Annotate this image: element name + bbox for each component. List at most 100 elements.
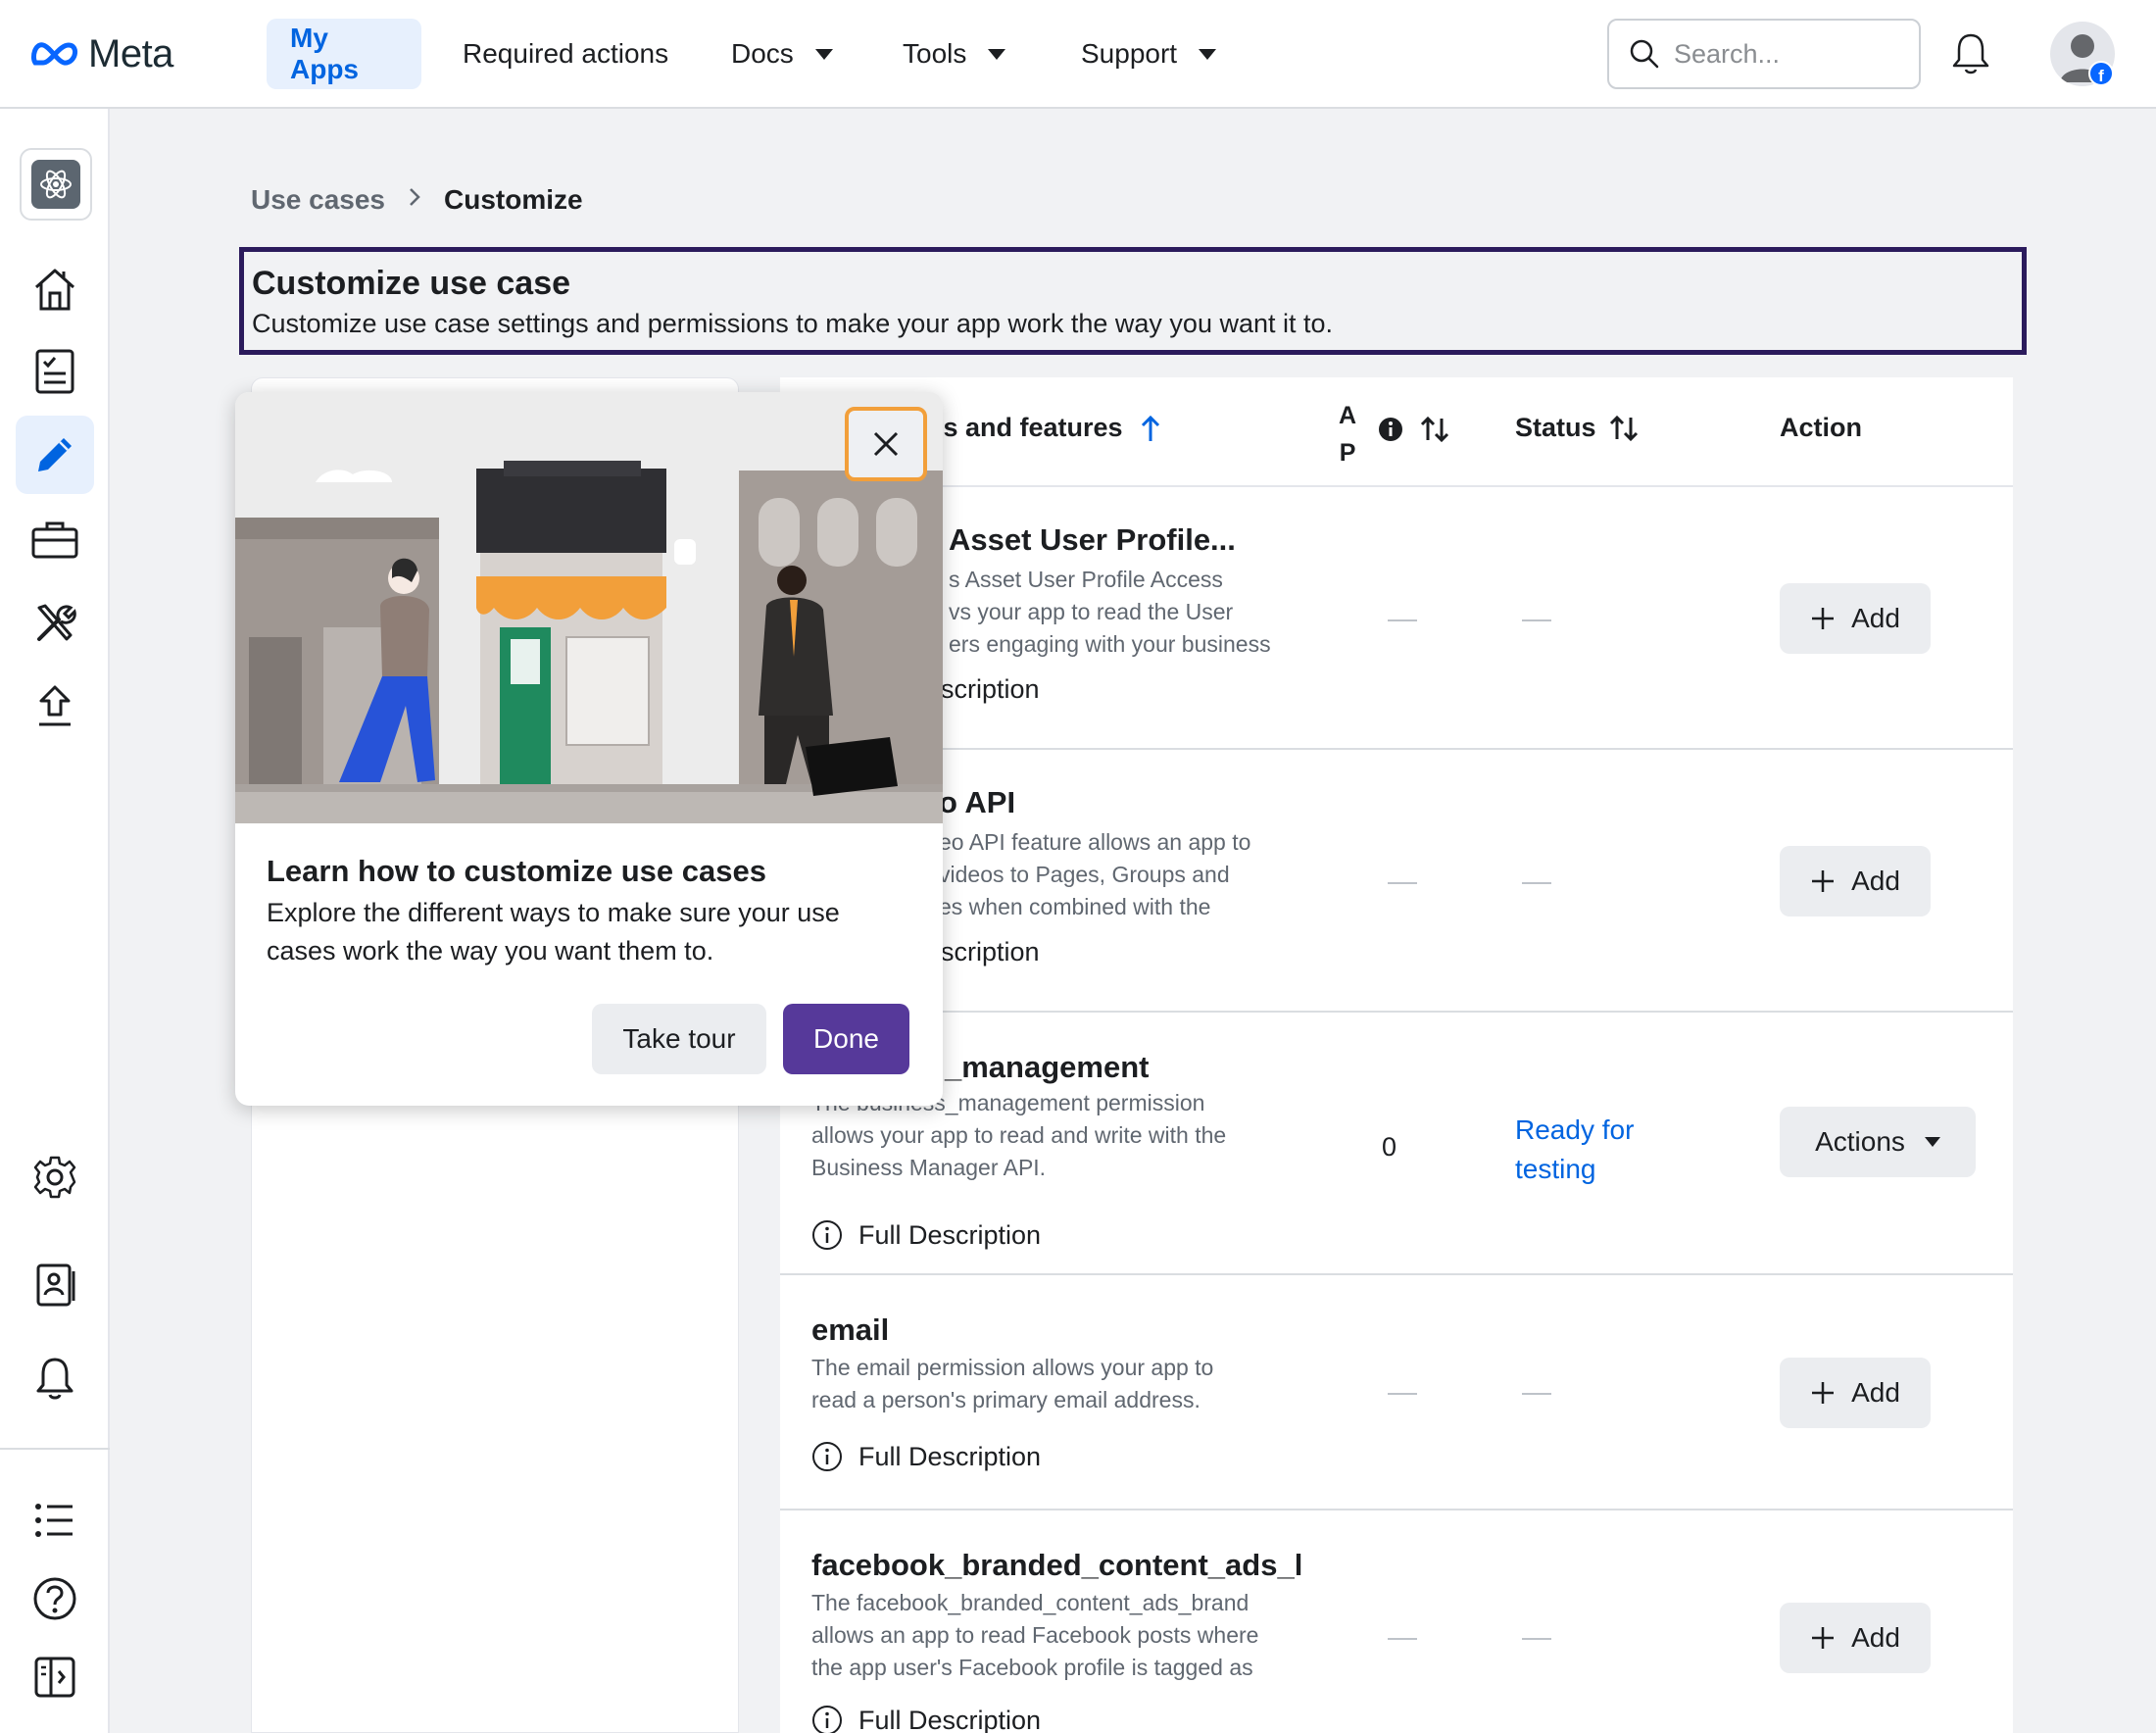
- app-switcher-button[interactable]: [20, 148, 92, 221]
- add-label: Add: [1851, 1377, 1900, 1408]
- sidebar-item-use-cases[interactable]: [16, 416, 94, 494]
- column-label: ns and features: [927, 413, 1123, 442]
- permission-description: The facebook_branded_content_ads_brand a…: [811, 1590, 1259, 1680]
- add-button[interactable]: Add: [1780, 1358, 1931, 1428]
- arrow-up-icon: [1141, 415, 1159, 441]
- briefcase-icon: [31, 521, 78, 559]
- home-icon: [34, 269, 75, 311]
- search-icon: [1630, 39, 1659, 69]
- search-box[interactable]: [1607, 19, 1921, 89]
- full-description-link[interactable]: Full Description: [811, 1439, 1041, 1474]
- status-line: Ready for: [1515, 1114, 1635, 1145]
- nav-docs[interactable]: Docs: [708, 19, 857, 89]
- notifications-button[interactable]: [1950, 31, 1991, 81]
- gear-icon: [33, 1156, 76, 1199]
- column-header-status[interactable]: Status: [1515, 413, 1640, 443]
- full-description-label: scription: [941, 673, 1040, 704]
- sidebar-collapse-button[interactable]: [16, 1638, 94, 1716]
- meta-logo[interactable]: Meta: [29, 29, 173, 78]
- full-description-label: Full Description: [858, 1219, 1042, 1250]
- upload-icon: [39, 685, 71, 726]
- permission-name: facebook_branded_content_ads_l: [811, 1548, 1303, 1582]
- plus-icon: [1812, 1627, 1835, 1649]
- nav-label: My Apps: [290, 23, 359, 84]
- permission-name: Asset User Profile...: [949, 522, 1236, 557]
- chevron-down-icon: [1199, 48, 1217, 60]
- facebook-badge-icon: f: [2088, 61, 2114, 86]
- sidebar-item-notifications[interactable]: [16, 1340, 94, 1418]
- bell-icon: [1952, 33, 1989, 74]
- plus-icon: [1812, 608, 1835, 629]
- nav-required-actions[interactable]: Required actions: [439, 19, 692, 89]
- breadcrumb-current: Customize: [444, 184, 583, 215]
- actions-dropdown-button[interactable]: Actions: [1780, 1107, 1976, 1177]
- table-row: Asset User Profile... s Asset User Profi…: [780, 487, 2013, 750]
- full-description-link[interactable]: Full Description: [811, 1217, 1041, 1253]
- table-row: o API eo API feature allows an app to vi…: [780, 750, 2013, 1013]
- column-header-api[interactable]: A P: [1339, 397, 1356, 471]
- onboarding-popover: Learn how to customize use cases Explore…: [235, 392, 943, 1106]
- sidebar-item-publish[interactable]: [16, 668, 94, 746]
- status-empty-dash: [1522, 619, 1551, 621]
- permission-description: s Asset User Profile Access vs your app …: [949, 567, 1271, 657]
- column-label: Status: [1515, 413, 1596, 442]
- permission-name: o API: [939, 785, 1016, 819]
- info-icon[interactable]: [1378, 417, 1403, 442]
- column-label: A: [1339, 402, 1357, 429]
- sidebar-divider: [0, 1448, 110, 1450]
- take-tour-button[interactable]: Take tour: [592, 1004, 766, 1074]
- sidebar-item-checklist[interactable]: [16, 332, 94, 411]
- status-line: testing: [1515, 1154, 1596, 1184]
- popover-title: Learn how to customize use cases: [267, 854, 766, 888]
- table-row: facebook_branded_content_ads_l The faceb…: [780, 1510, 2013, 1733]
- list-icon: [35, 1504, 73, 1537]
- api-empty-dash: [1388, 619, 1417, 621]
- full-description-link[interactable]: scription: [941, 934, 1040, 969]
- add-button[interactable]: Add: [1780, 583, 1931, 654]
- nav-label: Tools: [903, 38, 967, 69]
- logo-text: Meta: [88, 31, 173, 75]
- permission-name: email: [811, 1312, 890, 1347]
- full-description-link[interactable]: scription: [941, 671, 1040, 707]
- sidebar-item-tools[interactable]: [16, 584, 94, 663]
- sidebar-item-activity-log[interactable]: [16, 1481, 94, 1560]
- pencil-icon: [38, 438, 72, 471]
- add-button[interactable]: Add: [1780, 1603, 1931, 1673]
- page-title: Customize use case: [252, 265, 571, 302]
- full-description-link[interactable]: Full Description: [811, 1703, 1041, 1733]
- nav-label: Docs: [731, 38, 794, 69]
- column-label: Action: [1780, 413, 1862, 442]
- sidebar-item-business[interactable]: [16, 501, 94, 579]
- nav-support[interactable]: Support: [1057, 19, 1240, 89]
- sidebar-item-dashboard[interactable]: [16, 250, 94, 328]
- actions-label: Actions: [1815, 1126, 1905, 1157]
- app-icon: [31, 160, 80, 209]
- breadcrumb: Use cases Customize: [251, 179, 583, 221]
- nav-tools[interactable]: Tools: [879, 19, 1029, 89]
- info-outline-icon: [812, 1706, 842, 1733]
- status-ready-for-testing-link[interactable]: Ready for testing: [1515, 1111, 1634, 1189]
- nav-my-apps[interactable]: My Apps: [267, 19, 421, 89]
- tools-icon: [37, 604, 76, 641]
- status-empty-dash: [1522, 1638, 1551, 1640]
- done-button[interactable]: Done: [783, 1004, 909, 1074]
- sidebar: [0, 109, 110, 1733]
- search-input[interactable]: [1674, 38, 1909, 70]
- add-button[interactable]: Add: [1780, 846, 1931, 916]
- checklist-icon: [35, 349, 74, 394]
- meta-infinity-icon: [30, 42, 77, 66]
- sidebar-item-help[interactable]: [16, 1560, 94, 1638]
- chevron-down-icon: [814, 48, 833, 60]
- close-popover-button[interactable]: [845, 407, 927, 481]
- column-label: P: [1339, 439, 1356, 467]
- breadcrumb-use-cases[interactable]: Use cases: [251, 184, 385, 216]
- id-card-icon: [36, 1263, 75, 1307]
- sidebar-item-roles[interactable]: [16, 1246, 94, 1324]
- chevron-down-icon: [988, 48, 1006, 60]
- top-navigation: Meta My Apps Required actions Docs Tools…: [0, 0, 2156, 109]
- column-header-permissions[interactable]: ns and features: [927, 413, 1162, 443]
- add-label: Add: [1851, 1622, 1900, 1653]
- sort-icon[interactable]: [1419, 415, 1450, 444]
- sidebar-item-settings[interactable]: [16, 1138, 94, 1216]
- help-icon: [33, 1577, 76, 1620]
